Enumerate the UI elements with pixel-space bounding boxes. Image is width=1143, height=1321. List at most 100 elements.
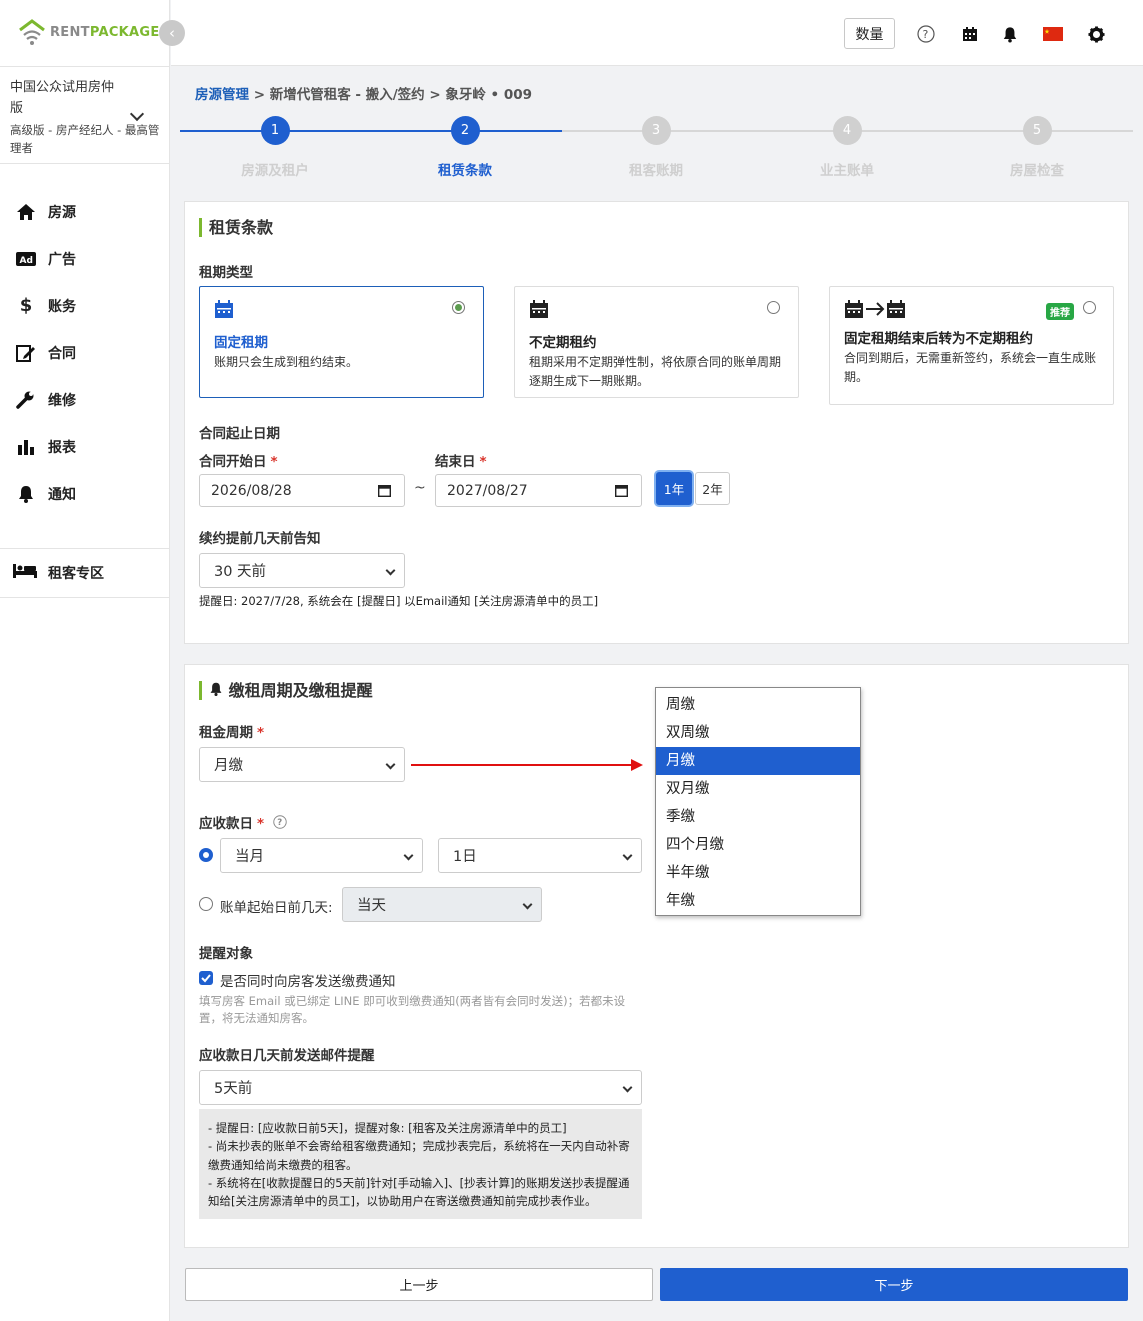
- step-1[interactable]: 1 房源及租户: [180, 116, 370, 179]
- option-title: 固定租期结束后转为不定期租约: [844, 331, 1033, 347]
- sidebar-item-maintenance[interactable]: 维修: [0, 376, 170, 423]
- renewal-note: 提醒日: 2027/7/28, 系统会在 [提醒日] 以Email通知 [关注房…: [199, 594, 599, 608]
- svg-text:Ad: Ad: [20, 256, 33, 266]
- ad-icon: Ad: [14, 249, 38, 269]
- dropdown-option[interactable]: 双月缴: [656, 775, 860, 803]
- lease-type-label: 租期类型: [199, 265, 253, 281]
- dropdown-option[interactable]: 四个月缴: [656, 831, 860, 859]
- rent-cycle-dropdown-list[interactable]: 周缴 双周缴 月缴 双月缴 季缴 四个月缴 半年缴 年缴: [655, 687, 861, 916]
- step-label: 业主账单: [820, 163, 874, 179]
- chevron-down-icon[interactable]: [129, 106, 145, 122]
- days-before-radio[interactable]: [199, 897, 213, 911]
- notify-tenant-hint: 填写房客 Email 或已绑定 LINE 即可收到缴费通知(两者皆有会同时发送)…: [199, 994, 626, 1025]
- step-4[interactable]: 4 业主账单: [752, 116, 942, 179]
- brand-logo[interactable]: RENTPACKAGE: [18, 18, 160, 46]
- email-remind-label: 应收款日几天前发送邮件提醒: [199, 1048, 375, 1064]
- sidebar-item-notifications[interactable]: 通知: [0, 470, 170, 517]
- sidebar: RENTPACKAGE 中国公众试用房仲版 高级版 - 房产经纪人 - 最高管理…: [0, 0, 170, 1321]
- due-day-select[interactable]: 1日: [438, 838, 642, 873]
- option-title: 不定期租约: [529, 335, 597, 351]
- annotation-arrow-line: [411, 764, 633, 766]
- dropdown-option-selected[interactable]: 月缴: [656, 747, 860, 775]
- step-circle: 4: [832, 116, 862, 145]
- dropdown-option[interactable]: 周缴: [656, 691, 860, 719]
- step-3[interactable]: 3 租客账期: [561, 116, 751, 179]
- step-circle: 1: [260, 116, 290, 145]
- step-2[interactable]: 2 租赁条款: [370, 116, 560, 179]
- contract-edit-icon: [14, 343, 38, 363]
- dropdown-option[interactable]: 半年缴: [656, 859, 860, 887]
- dropdown-option[interactable]: 年缴: [656, 887, 860, 915]
- days-before-select[interactable]: 当天: [342, 887, 542, 922]
- account-switcher[interactable]: 中国公众试用房仲版 高级版 - 房产经纪人 - 最高管理者: [0, 66, 170, 164]
- sidebar-item-ads[interactable]: Ad 广告: [0, 235, 170, 282]
- due-month-select[interactable]: 当月: [220, 838, 423, 873]
- calendar-icon: [214, 299, 469, 323]
- days-before-value: 当天: [357, 898, 386, 914]
- rent-cycle-value: 月缴: [214, 758, 243, 774]
- previous-step-button[interactable]: 上一步: [185, 1268, 653, 1301]
- sidebar-item-accounting[interactable]: $ 账务: [0, 282, 170, 329]
- calendar-icon[interactable]: [377, 484, 392, 501]
- settings-gear-icon[interactable]: [1086, 24, 1106, 44]
- recommended-badge: 推荐: [1046, 303, 1074, 320]
- note-line: - 提醒日: [应收款日前5天]，提醒对象: [租客及关注房源清单中的员工]: [208, 1121, 567, 1135]
- breadcrumb-root-link[interactable]: 房源管理: [195, 87, 249, 103]
- account-role: 高级版 - 房产经纪人 - 最高管理者: [10, 123, 160, 155]
- annotation-arrow-head: [631, 759, 643, 771]
- help-icon[interactable]: ?: [273, 815, 287, 833]
- renewal-notice-label: 续约提前几天前告知: [199, 531, 321, 547]
- help-icon[interactable]: ?: [916, 24, 936, 44]
- option-title: 固定租期: [214, 335, 268, 351]
- quantity-button[interactable]: 数量: [844, 18, 895, 49]
- option-fixed-then-open[interactable]: 固定租期结束后转为不定期租约 合同到期后，无需重新签约，系统会一直生成账期。 推…: [829, 286, 1114, 405]
- dropdown-option[interactable]: 双周缴: [656, 719, 860, 747]
- calendar-icon[interactable]: [614, 484, 629, 501]
- option-radio[interactable]: [767, 301, 780, 314]
- sidebar-item-label: 房源: [48, 204, 76, 221]
- due-date-month-radio[interactable]: [199, 848, 213, 862]
- next-step-button[interactable]: 下一步: [660, 1268, 1128, 1301]
- start-date-input[interactable]: 2026/08/28: [199, 474, 405, 507]
- sidebar-item-property[interactable]: 房源: [0, 188, 170, 235]
- calendar-icon[interactable]: [960, 24, 980, 44]
- logo-wifi-icon: [18, 18, 46, 46]
- two-year-button[interactable]: 2年: [695, 472, 730, 505]
- option-fixed-term[interactable]: 固定租期 账期只会生成到租约结束。: [199, 286, 484, 398]
- sidebar-collapse-button[interactable]: ‹: [159, 20, 185, 46]
- due-day-value: 1日: [453, 849, 477, 865]
- one-year-button[interactable]: 1年: [656, 472, 692, 505]
- option-radio[interactable]: [452, 301, 465, 314]
- notify-tenant-checkbox[interactable]: [199, 971, 213, 985]
- svg-text:?: ?: [923, 28, 929, 41]
- option-open-ended[interactable]: 不定期租约 租期采用不定期弹性制，将依原合同的账单周期逐期生成下一期账期。: [514, 286, 799, 398]
- logo-text: RENTPACKAGE: [50, 24, 160, 40]
- end-date-input[interactable]: 2027/08/27: [435, 474, 642, 507]
- renewal-notice-select[interactable]: 30 天前: [199, 553, 405, 588]
- step-5[interactable]: 5 房屋检查: [942, 116, 1132, 179]
- remind-target-label: 提醒对象: [199, 946, 253, 962]
- step-label: 租客账期: [629, 163, 683, 179]
- contract-period-label: 合同起止日期: [199, 426, 280, 442]
- option-radio[interactable]: [1083, 301, 1096, 314]
- email-remind-select[interactable]: 5天前: [199, 1070, 642, 1105]
- bell-icon[interactable]: [1000, 24, 1020, 44]
- step-label: 房源及租户: [241, 163, 309, 179]
- bed-icon: [12, 563, 38, 583]
- china-flag-icon[interactable]: [1043, 24, 1063, 44]
- sidebar-item-reports[interactable]: 报表: [0, 423, 170, 470]
- sidebar-item-label: 维修: [48, 392, 76, 409]
- step-circle: 3: [641, 116, 671, 145]
- rent-cycle-select[interactable]: 月缴: [199, 747, 405, 782]
- chevron-down-icon: [522, 899, 533, 910]
- sidebar-nav: 房源 Ad 广告 $ 账务 合同 维修 报表 通知: [0, 188, 170, 517]
- sidebar-item-contract[interactable]: 合同: [0, 329, 170, 376]
- chevron-down-icon: [385, 565, 396, 576]
- step-label: 租赁条款: [438, 163, 492, 179]
- date-range-separator: ~: [414, 480, 426, 496]
- dropdown-option[interactable]: 季缴: [656, 803, 860, 831]
- chevron-down-icon: [622, 1082, 633, 1093]
- home-icon: [14, 202, 38, 222]
- rent-cycle-label: 租金周期 *: [199, 725, 265, 741]
- sidebar-item-tenant-zone[interactable]: 租客专区: [0, 548, 170, 598]
